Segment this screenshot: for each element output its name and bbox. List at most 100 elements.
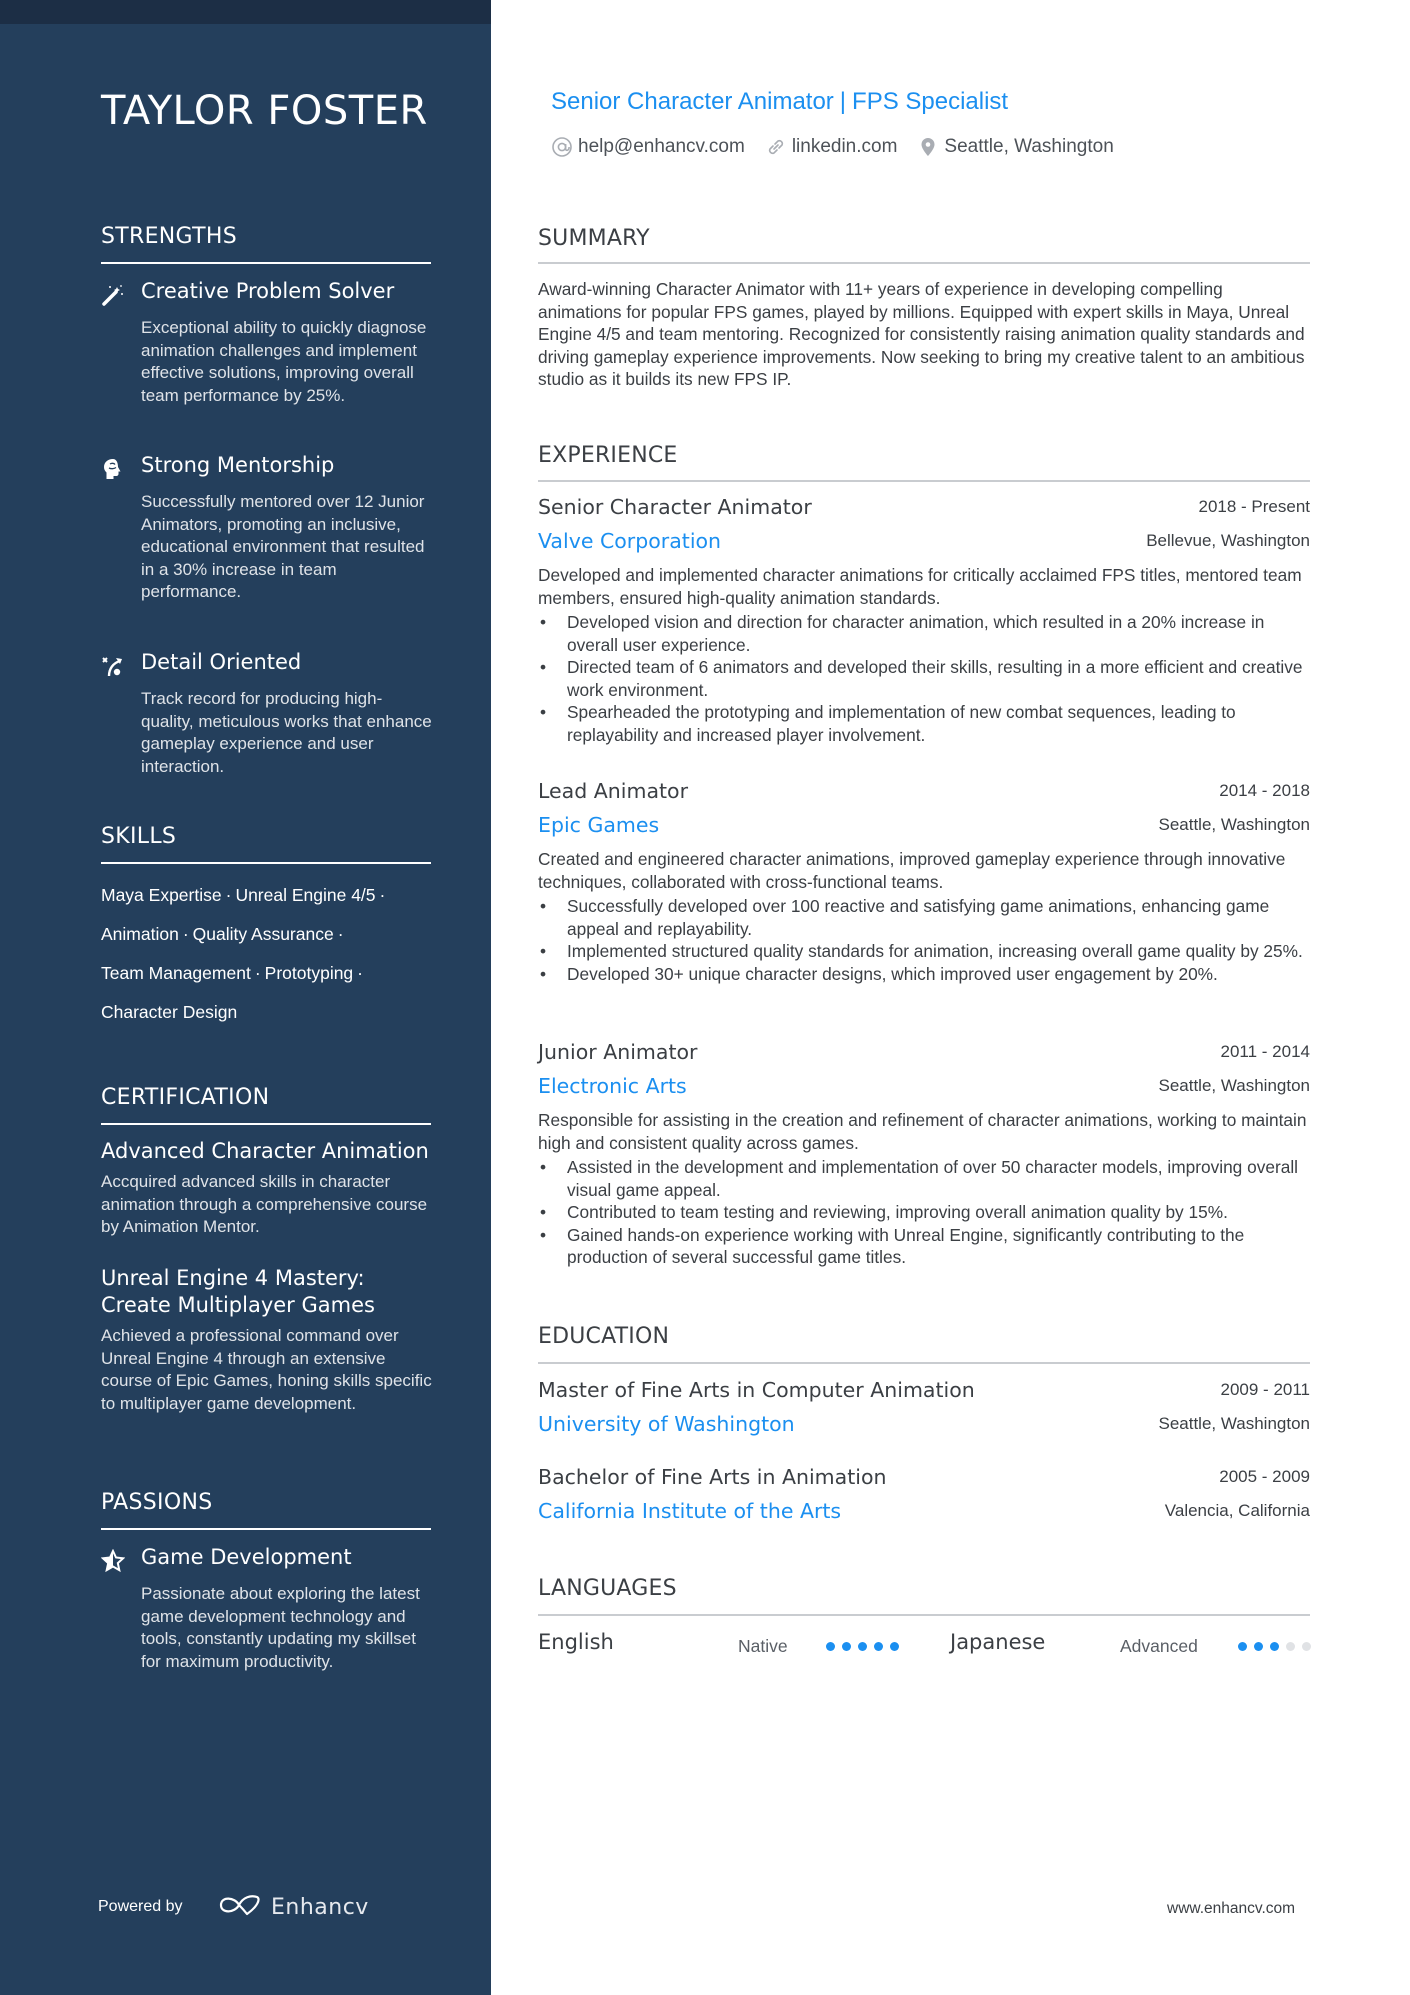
contact-email[interactable]: help@enhancv.com xyxy=(551,136,745,158)
skills-list: Maya Expertise · Unreal Engine 4/5 · Animati… xyxy=(101,876,433,1032)
school-name[interactable]: California Institute of the Arts xyxy=(538,1499,841,1523)
headline-separator: | xyxy=(839,88,847,115)
education-location: Valencia, California xyxy=(1164,1501,1310,1520)
skill-item: Quality Assurance xyxy=(192,924,334,944)
job-title: Lead Animator xyxy=(538,779,689,803)
degree: Bachelor of Fine Arts in Animation xyxy=(538,1465,887,1489)
school-name[interactable]: University of Washington xyxy=(538,1412,795,1436)
experience-divider xyxy=(538,480,1310,482)
skill-item: Character Design xyxy=(101,1002,238,1022)
skill-item: Unreal Engine 4/5 xyxy=(235,885,376,905)
contact-location-text: Seattle, Washington xyxy=(944,136,1114,157)
passion-title: Game Development xyxy=(141,1545,352,1569)
job-achievements: Successfully developed over 100 reactive… xyxy=(538,895,1310,985)
enhancv-logo[interactable]: Enhancv xyxy=(217,1893,369,1922)
strength-desc: Successfully mentored over 12 Junior Ani… xyxy=(141,492,425,601)
skill-item: Prototyping xyxy=(264,963,354,983)
rating-dot-filled xyxy=(1254,1642,1263,1651)
skill-separator: · xyxy=(379,885,386,905)
rating-dot-empty xyxy=(1286,1642,1295,1651)
achievement-item: Assisted in the development and implemen… xyxy=(538,1156,1310,1201)
experience-entry: Lead Animator 2014 - 2018 Epic Games Seatt… xyxy=(538,779,1310,985)
achievement-item: Developed 30+ unique character designs, … xyxy=(538,963,1310,986)
certification-title: Unreal Engine 4 Mastery: Create Multipla… xyxy=(101,1266,375,1317)
company-name[interactable]: Electronic Arts xyxy=(538,1074,687,1098)
job-description: Created and engineered character animati… xyxy=(538,849,1286,892)
achievement-item: Directed team of 6 animators and develop… xyxy=(538,656,1310,701)
education-entry: Master of Fine Arts in Computer Animatio… xyxy=(538,1378,1310,1446)
strength-desc: Track record for producing high-quality,… xyxy=(141,689,432,776)
certification-desc: Achieved a professional command over Unr… xyxy=(101,1326,432,1413)
skill-item: Team Management xyxy=(101,963,251,983)
certification-divider xyxy=(101,1123,431,1125)
skill-separator: · xyxy=(182,924,189,944)
certification-item: Unreal Engine 4 Mastery: Create Multipla… xyxy=(101,1265,433,1415)
skill-item: Animation xyxy=(101,924,179,944)
skill-separator: · xyxy=(225,885,232,905)
education-dates: 2005 - 2009 xyxy=(1219,1467,1310,1486)
headline-role: Senior Character Animator xyxy=(551,88,834,115)
company-name[interactable]: Valve Corporation xyxy=(538,529,721,553)
certification-desc: Accquired advanced skills in character a… xyxy=(101,1172,428,1236)
rating-dot-filled xyxy=(826,1642,835,1651)
powered-by-label: Powered by xyxy=(98,1898,183,1915)
enhancv-logo-icon xyxy=(217,1893,263,1922)
passions-heading: PASSIONS xyxy=(101,1490,213,1515)
summary-divider xyxy=(538,262,1310,264)
contact-location: Seattle, Washington xyxy=(917,136,1114,158)
footer-website[interactable]: www.enhancv.com xyxy=(1167,1900,1295,1918)
strength-title: Detail Oriented xyxy=(141,650,302,674)
job-title: Senior Character Animator xyxy=(538,495,812,519)
summary-heading: SUMMARY xyxy=(538,226,650,251)
language-rating xyxy=(1238,1642,1311,1651)
language-name: Japanese xyxy=(950,1630,1046,1654)
languages-heading: LANGUAGES xyxy=(538,1576,677,1601)
company-name[interactable]: Epic Games xyxy=(538,813,659,837)
at-icon xyxy=(551,136,573,158)
skill-separator: · xyxy=(357,963,363,983)
languages-list: English Native Japanese Advanced xyxy=(538,1630,1311,1664)
experience-heading: EXPERIENCE xyxy=(538,443,678,468)
job-description: Developed and implemented character anim… xyxy=(538,565,1302,608)
link-icon xyxy=(765,136,787,158)
job-achievements: Developed vision and direction for chara… xyxy=(538,611,1310,746)
rating-dot-filled xyxy=(842,1642,851,1651)
certification-title: Advanced Character Animation xyxy=(101,1139,429,1163)
job-location: Seattle, Washington xyxy=(1158,1076,1310,1095)
job-dates: 2011 - 2014 xyxy=(1220,1042,1310,1061)
education-location: Seattle, Washington xyxy=(1158,1414,1310,1433)
rating-dot-filled xyxy=(1270,1642,1279,1651)
job-description: Responsible for assisting in the creatio… xyxy=(538,1110,1307,1153)
sidebar-top-band xyxy=(0,0,491,24)
achievement-item: Successfully developed over 100 reactive… xyxy=(538,895,1310,940)
achievement-item: Developed vision and direction for chara… xyxy=(538,611,1310,656)
job-location: Bellevue, Washington xyxy=(1146,531,1310,550)
experience-entry: Senior Character Animator 2018 - Present … xyxy=(538,495,1310,746)
contact-email-text: help@enhancv.com xyxy=(578,136,745,157)
language-name: English xyxy=(538,1630,614,1654)
enhancv-brand: Enhancv xyxy=(271,1895,369,1920)
passion-desc: Passionate about exploring the latest ga… xyxy=(141,1584,420,1671)
star-icon xyxy=(100,1548,126,1573)
education-dates: 2009 - 2011 xyxy=(1220,1380,1310,1399)
passions-divider xyxy=(101,1528,431,1530)
skill-item: Maya Expertise xyxy=(101,885,222,905)
job-dates: 2014 - 2018 xyxy=(1219,781,1310,800)
job-dates: 2018 - Present xyxy=(1198,497,1310,516)
head-brain-icon xyxy=(101,457,125,481)
rating-dot-filled xyxy=(858,1642,867,1651)
rating-dot-filled xyxy=(874,1642,883,1651)
skills-heading: SKILLS xyxy=(101,824,177,849)
language-item: English Native xyxy=(538,1630,918,1664)
certification-item: Advanced Character Animation Accquired a… xyxy=(101,1138,433,1239)
contact-linkedin-text: linkedin.com xyxy=(791,136,898,157)
job-achievements: Assisted in the development and implemen… xyxy=(538,1156,1310,1269)
job-title: Junior Animator xyxy=(538,1040,698,1064)
rating-dot-empty xyxy=(1302,1642,1311,1651)
languages-divider xyxy=(538,1614,1310,1616)
strength-desc: Exceptional ability to quickly diagnose … xyxy=(141,318,427,405)
contact-linkedin[interactable]: linkedin.com xyxy=(765,136,898,158)
strategy-icon xyxy=(101,654,125,678)
skills-divider xyxy=(101,862,431,864)
sidebar: TAYLOR FOSTER STRENGTHS Creative Problem… xyxy=(0,0,491,1995)
